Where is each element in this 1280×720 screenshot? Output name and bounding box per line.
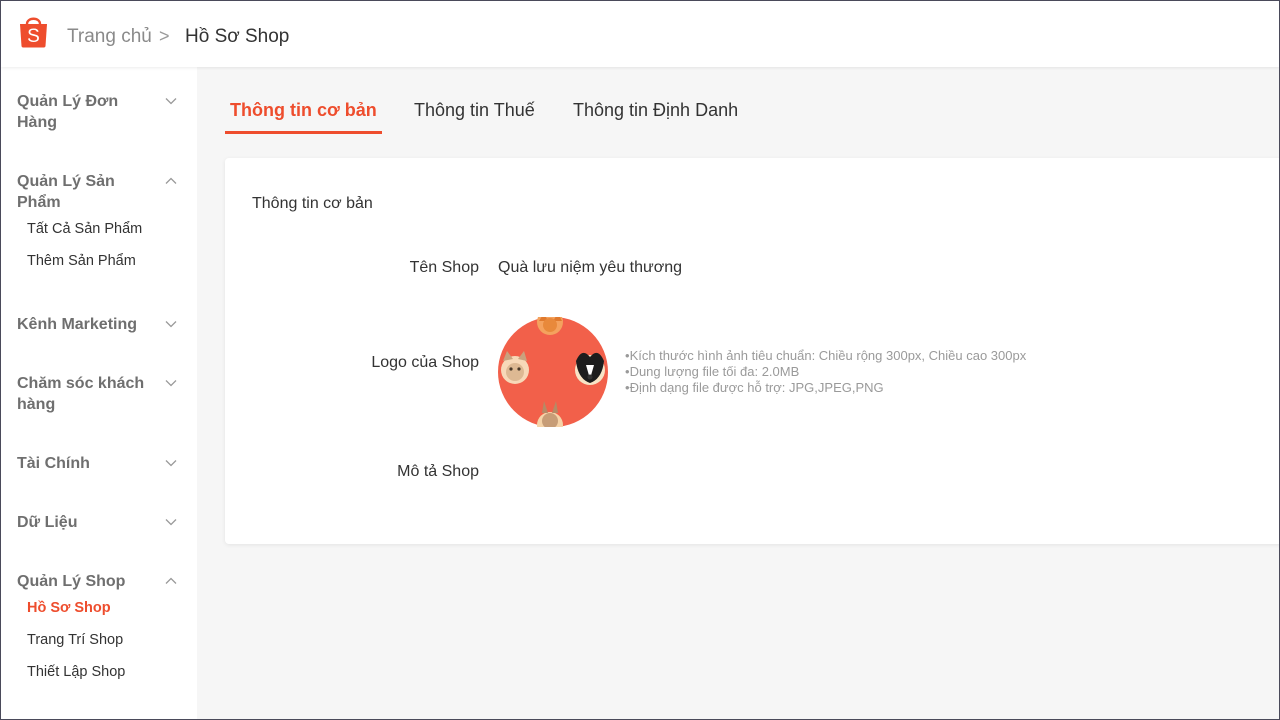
sidebar-item-add-product[interactable]: Thêm Sản Phẩm [27,245,193,277]
sidebar-group-header-orders[interactable]: Quản Lý Đơn Hàng [17,91,193,133]
sidebar-group-title: Quản Lý Sản Phẩm [17,173,115,211]
sidebar-group-header-shop[interactable]: Quản Lý Shop [17,571,193,592]
sidebar-group-header-data[interactable]: Dữ Liệu [17,512,193,533]
tab-identity-info[interactable]: Thông tin Định Danh [573,100,738,121]
logo-letter: S [27,26,40,47]
shop-name-label: Tên Shop [409,259,479,276]
sidebar-item-shop-settings[interactable]: Thiết Lập Shop [27,656,193,688]
shop-name-value: Quà lưu niệm yêu thương [498,259,683,276]
tab-bar: Thông tin cơ bản Thông tin Thuế Thông ti… [225,67,1279,137]
shop-logo-image[interactable] [498,317,608,427]
sidebar-group-finance: Tài Chính [17,453,193,474]
sidebar-group-title: Dữ Liệu [17,514,78,531]
sidebar-item-all-products[interactable]: Tất Cả Sản Phẩm [27,213,193,245]
sidebar-group-title: Tài Chính [17,455,90,472]
chevron-up-icon [165,577,177,584]
sidebar-item-shop-decoration[interactable]: Trang Trí Shop [27,624,193,656]
basic-info-card: Thông tin cơ bản Tên Shop Quà lưu niệm y… [225,158,1279,544]
sidebar-group-title: Kênh Marketing [17,316,138,333]
tab-basic-info[interactable]: Thông tin cơ bản [230,100,377,121]
logo-hint-size: Kích thước hình ảnh tiêu chuẩn: Chiều rộ… [625,348,1027,364]
card-title: Thông tin cơ bản [252,195,373,212]
chevron-down-icon [165,98,177,105]
chevron-down-icon [165,380,177,387]
sidebar-group-customer-care: Chăm sóc khách hàng [17,373,193,415]
sidebar-item-shop-profile[interactable]: Hồ Sơ Shop [27,592,193,624]
sidebar-group-title: Quản Lý Đơn Hàng [17,93,119,131]
sidebar-group-data: Dữ Liệu [17,512,193,533]
top-header: S Trang chủ > Hồ Sơ Shop [1,1,1279,67]
sidebar-group-header-products[interactable]: Quản Lý Sản Phẩm [17,171,193,213]
chevron-down-icon [165,460,177,467]
sidebar-group-shop: Quản Lý Shop Hồ Sơ Shop Trang Trí Shop T… [17,571,193,688]
chevron-up-icon [165,177,177,184]
sidebar-group-header-finance[interactable]: Tài Chính [17,453,193,474]
breadcrumb-home-link[interactable]: Trang chủ [67,26,152,48]
sidebar-group-title: Chăm sóc khách hàng [17,375,145,413]
app-window: S Trang chủ > Hồ Sơ Shop Quản Lý Đơn Hàn… [0,0,1280,720]
sidebar-group-header-customer-care[interactable]: Chăm sóc khách hàng [17,373,193,415]
sidebar-group-products: Quản Lý Sản Phẩm Tất Cả Sản Phẩm Thêm Sả… [17,171,193,277]
active-tab-indicator [225,131,382,134]
chevron-down-icon [165,519,177,526]
logo-hint-format: Định dạng file được hỗ trợ: JPG,JPEG,PNG [625,380,1026,396]
sidebar-group-orders: Quản Lý Đơn Hàng [17,91,193,133]
logo-hint-filesize: Dung lượng file tối đa: 2.0MB [625,364,1026,380]
breadcrumb-separator-icon: > [159,26,170,46]
sidebar-group-header-marketing[interactable]: Kênh Marketing [17,314,193,335]
chevron-down-icon [165,321,177,328]
sidebar-group-title: Quản Lý Shop [17,573,126,590]
logo-requirements: Kích thước hình ảnh tiêu chuẩn: Chiều rộ… [625,348,1027,396]
sidebar: Quản Lý Đơn Hàng Quản Lý Sản Phẩm Tất Cả… [1,67,197,719]
tab-tax-info[interactable]: Thông tin Thuế [414,100,535,121]
shop-logo-label: Logo của Shop [371,354,479,371]
shop-description-label: Mô tả Shop [397,463,479,480]
breadcrumb-current: Hồ Sơ Shop [185,26,290,47]
shopee-bag-icon[interactable]: S [18,15,49,48]
sidebar-group-marketing: Kênh Marketing [17,314,193,335]
